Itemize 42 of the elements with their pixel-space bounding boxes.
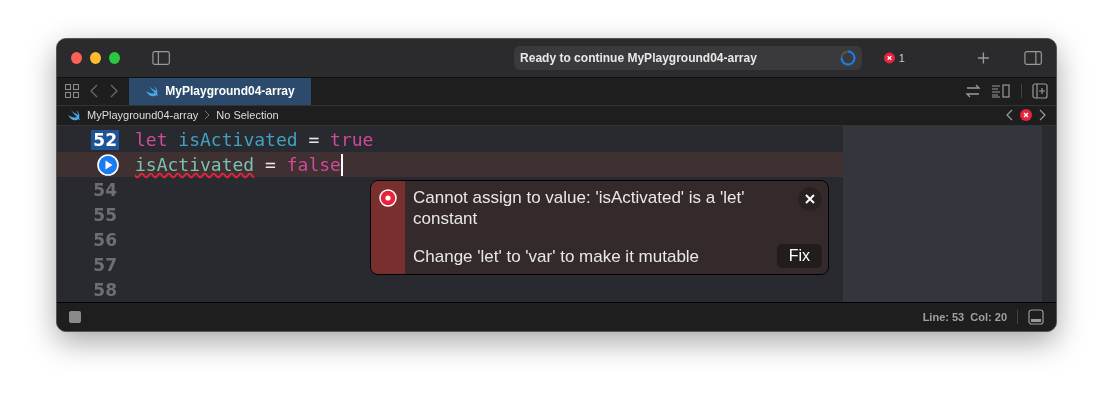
forward-icon[interactable] bbox=[109, 83, 119, 100]
back-icon[interactable] bbox=[89, 83, 99, 100]
cursor-position: Line: 53 Col: 20 bbox=[922, 311, 1007, 324]
status-text: Ready to continue MyPlayground04-array bbox=[520, 50, 758, 65]
swift-icon bbox=[145, 85, 160, 98]
editor-options-icon[interactable] bbox=[991, 84, 1011, 99]
line-number: 54 bbox=[92, 179, 118, 200]
error-message: Cannot assign to value: 'isActivated' is a 'let' constant bbox=[413, 187, 746, 230]
debug-area-toggle-icon[interactable] bbox=[1028, 309, 1044, 326]
line-number: 57 bbox=[92, 254, 118, 275]
line-number: 56 bbox=[92, 229, 118, 250]
add-editor-icon[interactable] bbox=[1032, 83, 1048, 100]
grid-icon[interactable] bbox=[65, 84, 79, 99]
stop-icon[interactable] bbox=[69, 311, 81, 324]
chevron-icon bbox=[204, 110, 211, 121]
editor-tab[interactable]: MyPlayground04-array bbox=[129, 77, 311, 105]
error-icon bbox=[379, 189, 397, 208]
minimize-button[interactable] bbox=[89, 51, 101, 64]
close-button[interactable] bbox=[798, 187, 822, 212]
close-icon bbox=[805, 194, 815, 205]
error-icon[interactable] bbox=[1020, 109, 1032, 122]
breadcrumb-item[interactable]: No Selection bbox=[216, 109, 279, 122]
progress-spinner-icon bbox=[839, 49, 856, 66]
swift-icon bbox=[67, 109, 81, 122]
sidebar-toggle-icon[interactable] bbox=[151, 49, 171, 66]
next-issue-icon[interactable] bbox=[1038, 109, 1046, 122]
fix-button[interactable]: Fix bbox=[776, 244, 822, 269]
breadcrumb-item[interactable]: MyPlayground04-array bbox=[87, 109, 199, 122]
error-icon[interactable] bbox=[883, 51, 895, 64]
line-number: 58 bbox=[92, 279, 118, 300]
previous-issue-icon[interactable] bbox=[1006, 109, 1014, 122]
line-number: 52 bbox=[91, 129, 119, 150]
inspector-toggle-icon[interactable] bbox=[1023, 49, 1042, 66]
add-icon[interactable] bbox=[977, 50, 990, 65]
code-line: let isActivated = true bbox=[135, 129, 374, 151]
zoom-button[interactable] bbox=[108, 51, 120, 64]
error-count: 1 bbox=[898, 51, 905, 64]
line-number: 55 bbox=[92, 204, 118, 225]
fix-suggestion: Change 'let' to 'var' to make it mutable bbox=[413, 245, 701, 267]
code-line: isActivated = false bbox=[135, 154, 341, 176]
swap-icon[interactable] bbox=[965, 84, 981, 99]
run-button[interactable] bbox=[97, 153, 119, 176]
